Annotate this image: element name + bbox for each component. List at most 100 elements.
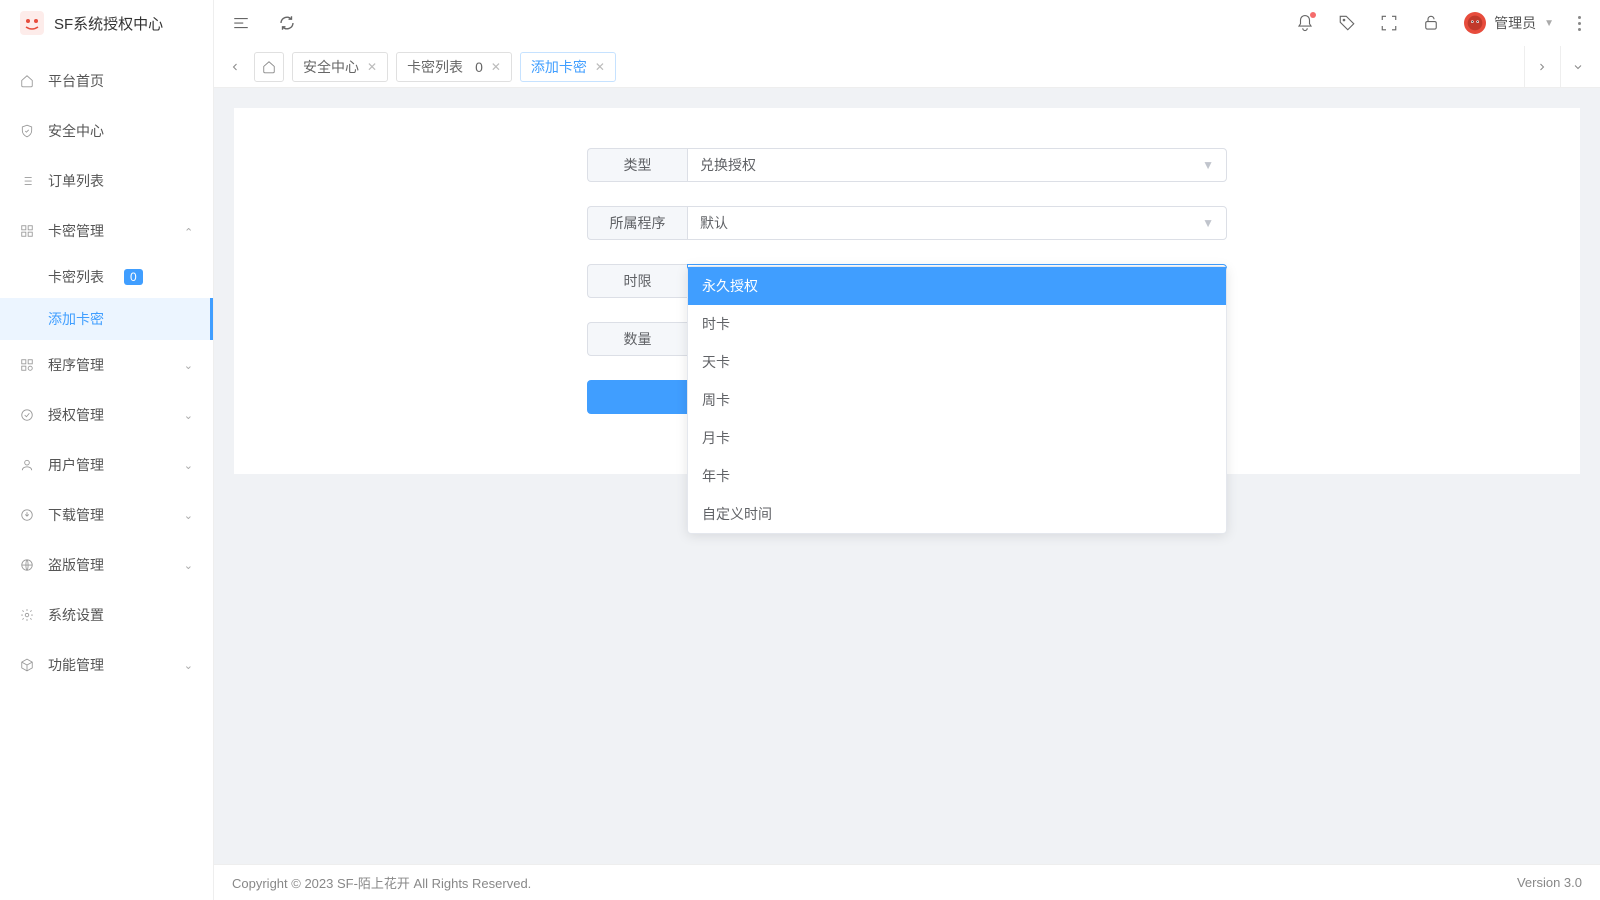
tab-label: 卡密列表 (407, 57, 463, 77)
close-icon[interactable]: ✕ (595, 60, 605, 74)
tab-count: 0 (475, 59, 483, 75)
sidebar-item[interactable]: 平台首页 (0, 56, 213, 106)
chevron-down-icon: ⌄ (184, 225, 193, 238)
type-label: 类型 (587, 148, 687, 182)
main: 安全中心 ✕ 卡密列表 0 ✕ 添加卡密 ✕ 类型 兑换授权 ▼ (214, 46, 1600, 900)
dropdown-option[interactable]: 周卡 (688, 381, 1226, 419)
sidebar-item-label: 下载管理 (48, 505, 170, 525)
fullscreen-button[interactable] (1380, 14, 1398, 32)
tabs-prev-button[interactable] (220, 52, 250, 82)
more-menu-button[interactable] (1578, 16, 1582, 31)
lock-button[interactable] (1422, 14, 1440, 32)
globe-icon (20, 558, 34, 572)
grid-icon (20, 224, 34, 238)
sidebar-item-label: 程序管理 (48, 355, 170, 375)
shield-icon (20, 124, 34, 138)
sidebar-item-label: 平台首页 (48, 71, 193, 91)
user-icon (20, 458, 34, 472)
sidebar-item[interactable]: 程序管理 ⌄ (0, 340, 213, 390)
app-logo-icon (20, 11, 44, 35)
dropdown-option[interactable]: 天卡 (688, 343, 1226, 381)
chevron-down-icon: ⌄ (184, 509, 193, 522)
sidebar-subitem-label: 添加卡密 (48, 309, 104, 329)
sidebar-item-label: 盗版管理 (48, 555, 170, 575)
sidebar-item-label: 卡密管理 (48, 221, 170, 241)
chevron-down-icon: ⌄ (184, 659, 193, 672)
close-icon[interactable]: ✕ (367, 60, 377, 74)
sidebar-subitem[interactable]: 添加卡密 (0, 298, 213, 340)
list-icon (20, 174, 34, 188)
sidebar-item[interactable]: 授权管理 ⌄ (0, 390, 213, 440)
sidebar-item-label: 授权管理 (48, 405, 170, 425)
tag-button[interactable] (1338, 14, 1356, 32)
quantity-label: 数量 (587, 322, 687, 356)
content: 类型 兑换授权 ▼ 所属程序 默认 ▼ 时限 永久授权 (214, 88, 1600, 864)
timelimit-dropdown: 永久授权时卡天卡周卡月卡年卡自定义时间 (687, 266, 1227, 534)
sidebar-item[interactable]: 下载管理 ⌄ (0, 490, 213, 540)
sidebar-item-label: 系统设置 (48, 605, 193, 625)
dropdown-option[interactable]: 年卡 (688, 457, 1226, 495)
version-text: Version 3.0 (1517, 875, 1582, 890)
caret-down-icon: ▼ (1544, 18, 1554, 29)
sidebar-item-label: 安全中心 (48, 121, 193, 141)
sidebar-item[interactable]: 功能管理 ⌄ (0, 640, 213, 690)
header-right: 管理员 ▼ (1296, 12, 1582, 34)
sidebar-item[interactable]: 盗版管理 ⌄ (0, 540, 213, 590)
sidebar-item-label: 用户管理 (48, 455, 170, 475)
chevron-down-icon: ⌄ (184, 359, 193, 372)
sidebar-item[interactable]: 用户管理 ⌄ (0, 440, 213, 490)
sidebar-item[interactable]: 安全中心 (0, 106, 213, 156)
program-label: 所属程序 (587, 206, 687, 240)
footer: Copyright © 2023 SF-陌上花开 All Rights Rese… (214, 864, 1600, 900)
tab-label: 添加卡密 (531, 57, 587, 77)
home-icon (20, 74, 34, 88)
form-row-type: 类型 兑换授权 ▼ (254, 148, 1560, 182)
notification-button[interactable] (1296, 14, 1314, 32)
sidebar: 平台首页安全中心订单列表卡密管理⌄卡密列表0添加卡密程序管理⌄授权管理⌄用户管理… (0, 46, 214, 900)
user-menu[interactable]: 管理员 ▼ (1464, 12, 1554, 34)
tab[interactable]: 卡密列表 0 ✕ (396, 52, 512, 82)
tabs-next-button[interactable] (1524, 46, 1558, 88)
collapse-sidebar-button[interactable] (232, 14, 250, 32)
type-select[interactable]: 兑换授权 ▼ (687, 148, 1227, 182)
chevron-down-icon: ⌄ (184, 459, 193, 472)
program-value: 默认 (700, 213, 728, 233)
app-icon (20, 358, 34, 372)
chevron-down-icon: ⌄ (184, 409, 193, 422)
sidebar-item-label: 功能管理 (48, 655, 170, 675)
download-icon (20, 508, 34, 522)
copyright-text: Copyright © 2023 SF-陌上花开 All Rights Rese… (232, 873, 531, 892)
form-row-program: 所属程序 默认 ▼ (254, 206, 1560, 240)
check-icon (20, 408, 34, 422)
chevron-down-icon: ⌄ (184, 559, 193, 572)
program-select[interactable]: 默认 ▼ (687, 206, 1227, 240)
timelimit-label: 时限 (587, 264, 687, 298)
sidebar-item[interactable]: 系统设置 (0, 590, 213, 640)
close-icon[interactable]: ✕ (491, 60, 501, 74)
tab[interactable]: 添加卡密 ✕ (520, 52, 616, 82)
badge: 0 (124, 269, 143, 285)
tab-home[interactable] (254, 52, 284, 82)
tab-label: 安全中心 (303, 57, 359, 77)
avatar-icon (1464, 12, 1486, 34)
user-name: 管理员 (1494, 13, 1536, 33)
gear-icon (20, 608, 34, 622)
tabs-bar: 安全中心 ✕ 卡密列表 0 ✕ 添加卡密 ✕ (214, 46, 1600, 88)
sidebar-item[interactable]: 订单列表 (0, 156, 213, 206)
refresh-button[interactable] (278, 14, 296, 32)
sidebar-item[interactable]: 卡密管理 ⌄ (0, 206, 213, 256)
sidebar-subitem-label: 卡密列表 (48, 267, 104, 287)
cube-icon (20, 658, 34, 672)
dropdown-option[interactable]: 时卡 (688, 305, 1226, 343)
type-value: 兑换授权 (700, 155, 756, 175)
header: 管理员 ▼ (214, 0, 1600, 46)
sidebar-subitem[interactable]: 卡密列表 0 (0, 256, 213, 298)
caret-down-icon: ▼ (1202, 158, 1214, 172)
tab[interactable]: 安全中心 ✕ (292, 52, 388, 82)
dropdown-option[interactable]: 月卡 (688, 419, 1226, 457)
tabs-dropdown-button[interactable] (1560, 46, 1594, 88)
header-left (232, 14, 296, 32)
logo-bar: SF系统授权中心 (0, 0, 214, 46)
dropdown-option[interactable]: 自定义时间 (688, 495, 1226, 533)
dropdown-option[interactable]: 永久授权 (688, 267, 1226, 305)
